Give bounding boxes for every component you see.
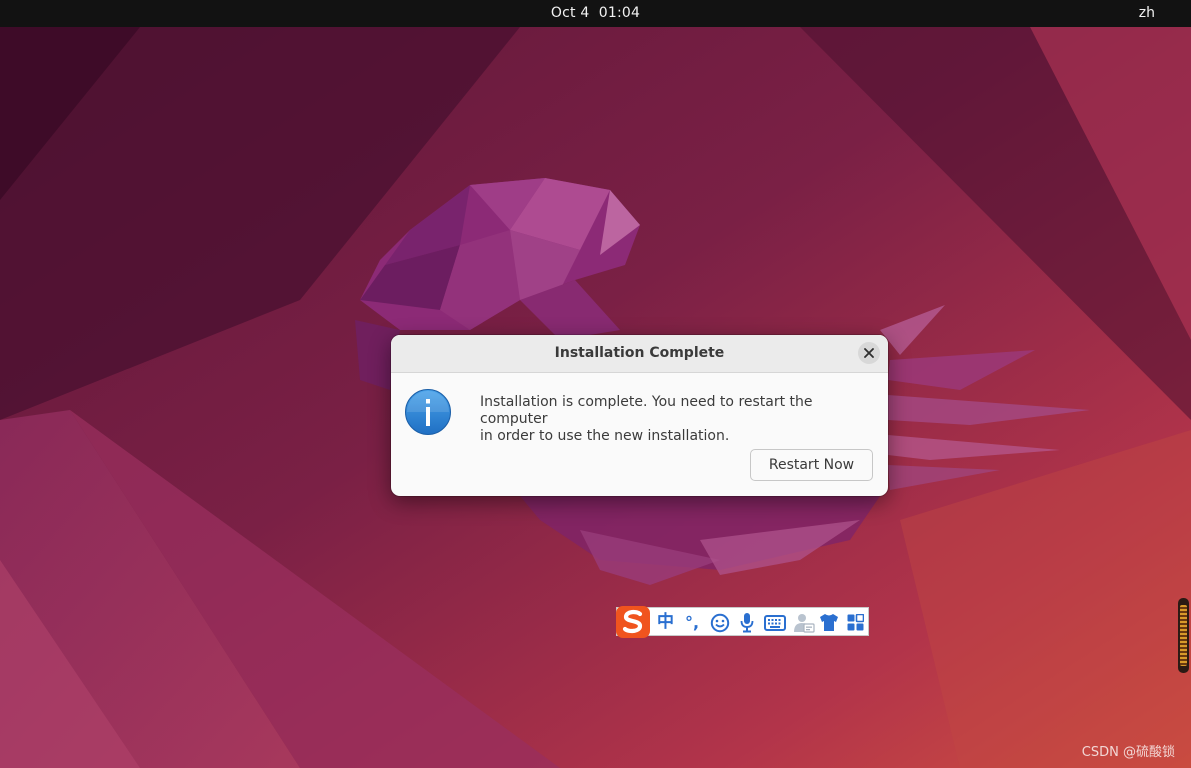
close-icon — [864, 348, 874, 358]
edge-scroll-grip — [1180, 605, 1187, 666]
restart-now-button[interactable]: Restart Now — [750, 449, 873, 481]
clock[interactable]: Oct 4 01:04 — [0, 0, 1191, 27]
microphone-icon[interactable] — [740, 612, 754, 641]
clock-date: Oct 4 — [550, 5, 590, 21]
skin-shirt-icon[interactable] — [819, 613, 839, 642]
ime-chinese-mode[interactable]: 中 — [657, 608, 674, 637]
dialog-header: Installation Complete — [391, 335, 888, 373]
installation-complete-dialog: Installation Complete Installation is co… — [391, 335, 888, 496]
clock-time: 01:04 — [598, 5, 641, 21]
input-method-indicator[interactable]: zh — [1139, 0, 1155, 27]
dialog-message-line-1: Installation is complete. You need to re… — [480, 394, 813, 427]
top-bar: Oct 4 01:04 zh — [0, 0, 1191, 27]
ime-punctuation-mode[interactable]: °, — [685, 608, 699, 637]
toolbox-icon[interactable] — [847, 614, 864, 643]
edge-scroll-handle[interactable] — [1178, 598, 1189, 673]
dialog-title: Installation Complete — [554, 345, 725, 361]
watermark: CSDN @硫酸锁 — [1081, 745, 1175, 760]
dialog-message: Installation is complete. You need to re… — [480, 394, 880, 445]
info-icon — [405, 389, 451, 435]
sogou-logo-icon[interactable] — [615, 605, 651, 638]
close-button[interactable] — [858, 342, 880, 364]
dialog-message-line-2: in order to use the new installation. — [480, 428, 730, 444]
emoji-icon[interactable] — [710, 613, 730, 642]
ime-toolbar: 中 °, — [615, 605, 869, 638]
user-card-icon[interactable] — [793, 612, 815, 641]
keyboard-icon[interactable] — [764, 615, 786, 644]
